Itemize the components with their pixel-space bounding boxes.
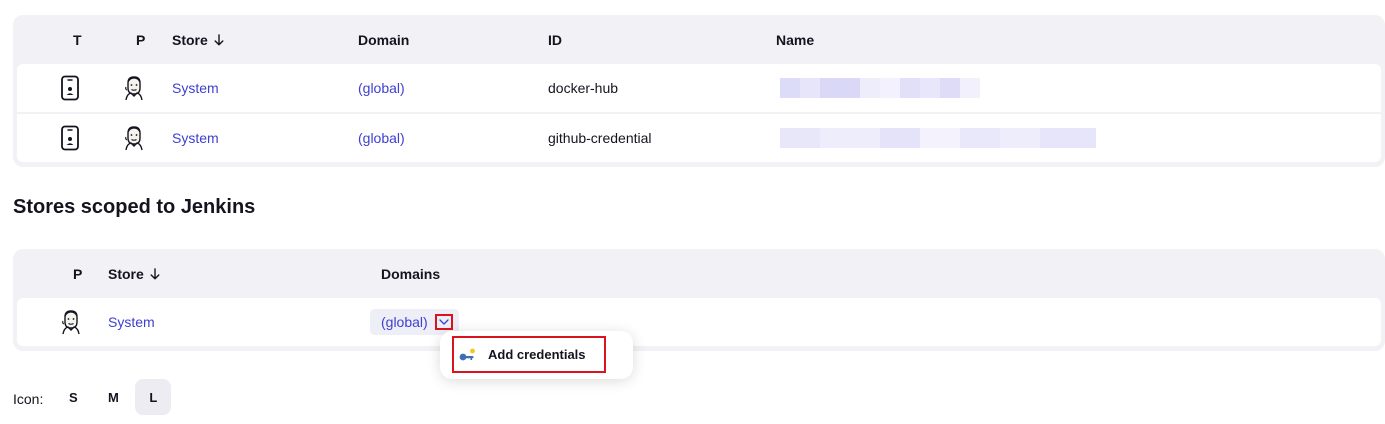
credential-type-icon — [59, 64, 81, 112]
icon-size-large-button[interactable]: L — [135, 379, 172, 415]
add-credentials-menu-item[interactable]: Add credentials — [452, 336, 606, 373]
credential-id[interactable]: docker-hub — [548, 64, 618, 112]
key-icon — [459, 348, 475, 360]
domain-link[interactable]: (global) — [358, 64, 405, 112]
icon-size-label: Icon: — [13, 391, 44, 407]
domain-dropdown-button[interactable] — [434, 314, 453, 330]
header-store-label: Store — [108, 266, 144, 282]
table-row: System (global) github-credential — [17, 114, 1381, 162]
domain-link[interactable]: (global) — [381, 314, 428, 330]
table-row: System (global) docker-hub — [17, 64, 1381, 112]
store-link[interactable]: System — [172, 64, 219, 112]
header-domain: Domain — [358, 32, 410, 48]
header-store[interactable]: Store — [108, 266, 161, 282]
store-link[interactable]: System — [108, 298, 155, 346]
sort-down-arrow-icon — [150, 268, 160, 280]
header-type: T — [73, 32, 82, 48]
header-name: Name — [776, 32, 815, 48]
header-domains: Domains — [381, 266, 441, 282]
credentials-table: T P Store Domain ID Name System (global)… — [13, 15, 1385, 167]
section-title: Stores scoped to Jenkins — [13, 196, 256, 218]
header-store-label: Store — [172, 32, 208, 48]
icon-size-small-button[interactable]: S — [55, 379, 91, 415]
header-provider: P — [136, 32, 146, 48]
add-credentials-label: Add credentials — [488, 347, 586, 362]
header-id: ID — [548, 32, 562, 48]
header-store[interactable]: Store — [172, 32, 225, 48]
stores-table: P Store Domains System (global) — [13, 249, 1385, 351]
credential-id[interactable]: github-credential — [548, 114, 652, 162]
table-row: System (global) — [17, 298, 1381, 346]
store-link[interactable]: System — [172, 114, 219, 162]
domain-chip[interactable]: (global) — [370, 309, 459, 335]
jenkins-icon — [122, 64, 146, 112]
stores-table-header: P Store Domains — [13, 249, 1385, 297]
sort-down-arrow-icon — [214, 34, 224, 46]
redacted-name — [780, 128, 1096, 148]
credential-type-icon — [59, 114, 81, 162]
icon-size-selector: Icon: S M L — [13, 379, 175, 415]
domain-link[interactable]: (global) — [358, 114, 405, 162]
redacted-name — [780, 78, 980, 98]
jenkins-icon — [59, 298, 83, 346]
chevron-down-icon — [439, 319, 449, 325]
domain-dropdown-menu: Add credentials — [440, 331, 633, 379]
header-provider: P — [73, 266, 83, 282]
jenkins-icon — [122, 114, 146, 162]
credentials-table-header: T P Store Domain ID Name — [13, 15, 1385, 63]
icon-size-medium-button[interactable]: M — [95, 379, 131, 415]
